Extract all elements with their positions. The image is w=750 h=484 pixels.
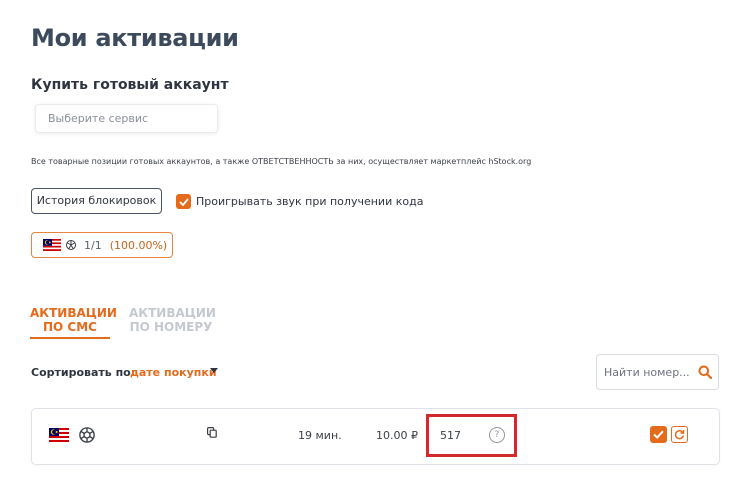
stat-count: 1/1: [84, 238, 102, 252]
activation-row: 19 мин. 10.00 ₽ 517 ?: [31, 408, 720, 465]
search-icon[interactable]: [698, 365, 712, 379]
activation-time: 19 мин.: [298, 429, 342, 442]
check-icon: [653, 430, 664, 439]
sound-toggle[interactable]: Проигрывать звук при получении кода: [176, 194, 423, 209]
tab-number-activations[interactable]: АКТИВАЦИИ ПО НОМЕРУ: [129, 306, 216, 334]
malaysia-flag-icon: [49, 428, 69, 442]
sort-dropdown[interactable]: дате покупки: [130, 366, 217, 379]
tab-sms-line1: АКТИВАЦИИ: [30, 306, 117, 320]
stat-percent: (100.00%): [109, 238, 168, 252]
help-icon[interactable]: ?: [489, 427, 505, 443]
malaysia-flag-icon: [43, 239, 61, 251]
openai-icon: [66, 240, 76, 250]
copy-icon[interactable]: [207, 427, 217, 438]
caret-down-icon[interactable]: [210, 368, 218, 373]
sound-checkbox[interactable]: [176, 194, 191, 209]
tab-number-line1: АКТИВАЦИИ: [129, 306, 216, 320]
activation-code[interactable]: 517: [440, 429, 461, 442]
buy-account-title: Купить готовый аккаунт: [31, 77, 229, 93]
sort-label: Сортировать по:: [31, 366, 136, 379]
check-icon: [178, 197, 189, 206]
sound-label: Проигрывать звук при получении кода: [196, 195, 424, 208]
tab-sms-activations[interactable]: АКТИВАЦИИ ПО СМС: [30, 306, 117, 339]
activation-stat-chip[interactable]: 1/1 (100.00%): [31, 232, 173, 258]
tab-number-line2: ПО НОМЕРУ: [129, 320, 213, 334]
marketplace-notice: Все товарные позиции готовых аккаунтов, …: [31, 157, 532, 166]
refresh-icon: [674, 430, 685, 440]
openai-icon: [79, 427, 95, 443]
retry-button[interactable]: [671, 426, 688, 443]
tab-sms-line2: ПО СМС: [43, 320, 97, 334]
number-search[interactable]: [596, 354, 719, 390]
activation-price: 10.00 ₽: [376, 429, 418, 442]
block-history-button[interactable]: История блокировок: [31, 188, 162, 214]
page-title: Мои активации: [31, 24, 239, 52]
search-input[interactable]: [604, 365, 692, 379]
confirm-button[interactable]: [650, 426, 667, 443]
service-select[interactable]: Выберите сервис: [35, 104, 218, 133]
